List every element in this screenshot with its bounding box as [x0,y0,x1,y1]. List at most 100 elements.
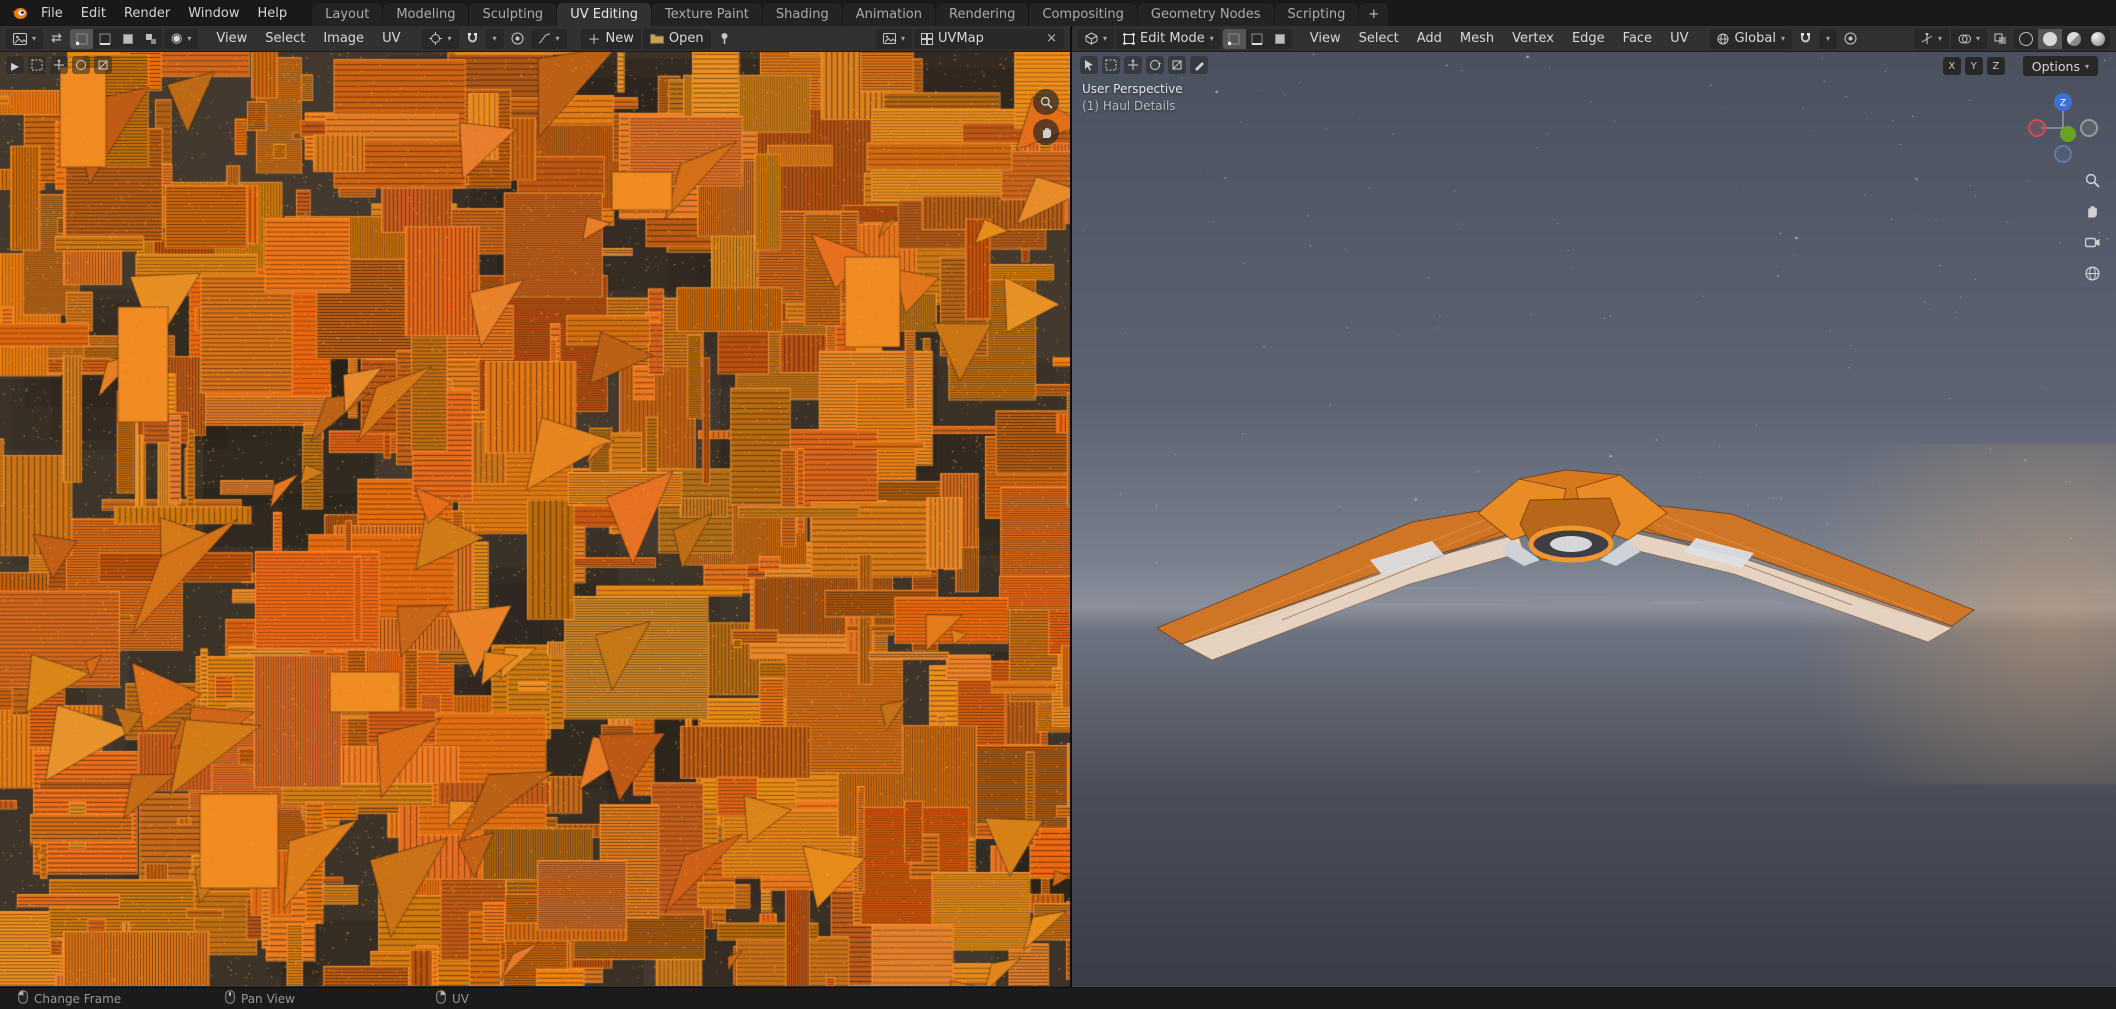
blender-logo-icon[interactable] [6,0,32,26]
uv-menu-view[interactable]: View [208,29,255,48]
vp-tool-rotate-icon[interactable] [1146,56,1164,74]
menu-render[interactable]: Render [115,0,179,26]
vp-tool-scale-icon[interactable] [1168,56,1186,74]
uv-editor-type-button[interactable]: ▾ [6,28,44,49]
tab-modeling[interactable]: Modeling [383,3,469,26]
vp-snap-toggle-button[interactable] [1794,29,1817,49]
gizmo-axis-y-handle[interactable] [2060,126,2076,142]
snap-toggle-button[interactable] [461,29,484,49]
mouse-right-icon [436,990,446,1007]
vp-menu-view[interactable]: View [1302,29,1349,48]
uv-tool-rotate-icon[interactable] [72,56,90,74]
vp-tool-move-icon[interactable] [1124,56,1142,74]
uv-canvas[interactable] [0,52,1070,986]
vp-tool-tweak-icon[interactable] [1080,56,1098,74]
uv-select-face-button[interactable] [116,29,139,49]
chevron-down-icon: ▾ [1937,34,1942,43]
uv-tool-move-icon[interactable] [50,56,68,74]
tab-scripting[interactable]: Scripting [1274,3,1359,26]
shading-wireframe-button[interactable] [2014,29,2038,49]
mirror-x-button[interactable]: X [1942,57,1961,75]
tab-animation[interactable]: Animation [842,3,935,26]
toolbar-expand-icon[interactable]: ▸ [6,56,24,75]
uv-menu-image[interactable]: Image [315,29,372,48]
menu-file[interactable]: File [32,0,72,26]
proportional-falloff-button[interactable]: ▾ [530,28,567,49]
tab-uv-editing[interactable]: UV Editing [557,3,652,26]
spaceship-model[interactable] [1072,52,2116,986]
tab-shading[interactable]: Shading [762,3,842,26]
vp-snap-mode-button[interactable]: ▾ [1818,28,1837,49]
mode-selector[interactable]: Edit Mode ▾ [1116,28,1221,49]
uv-sticky-mode-button[interactable]: ◉ ▾ [164,28,199,49]
plus-icon: ＋ [587,33,601,48]
uv-menu-select[interactable]: Select [257,29,313,48]
mirror-y-button[interactable]: Y [1964,57,1983,75]
vp-menu-select[interactable]: Select [1351,29,1407,48]
orientation-globe-icon [1717,33,1729,45]
mirror-z-button[interactable]: Z [1986,57,2005,75]
tab-texture-paint[interactable]: Texture Paint [652,3,762,26]
shading-solid-button[interactable] [2038,28,2062,49]
uv-tool-scale-icon[interactable] [94,56,112,74]
tab-compositing[interactable]: Compositing [1029,3,1137,26]
close-icon[interactable]: × [1046,31,1057,46]
gizmo-axis-neg-x-handle[interactable] [2080,119,2098,137]
tab-layout[interactable]: Layout [312,3,383,26]
uv-select-vertex-button[interactable] [70,28,94,49]
viewport-editor-type-button[interactable]: ▾ [1078,28,1115,49]
uv-zoom-icon[interactable] [1033,89,1059,115]
uv-sync-selection-toggle[interactable]: ⇄ [45,29,68,49]
uv-map-selector[interactable]: UVMap × [914,28,1064,49]
show-overlays-button[interactable]: ▾ [1950,28,1987,49]
uv-menu-uv[interactable]: UV [374,29,408,48]
snap-mode-button[interactable]: ▾ [485,28,504,49]
vp-tool-select-box-icon[interactable] [1102,56,1120,74]
menu-window[interactable]: Window [179,0,248,26]
uv-select-edge-button[interactable] [93,29,116,49]
shading-material-button[interactable] [2062,29,2086,49]
vp-menu-vertex[interactable]: Vertex [1504,29,1562,48]
browse-image-button[interactable]: ▾ [875,28,912,49]
vp-menu-add[interactable]: Add [1409,29,1450,48]
zoom-icon[interactable] [2081,169,2103,191]
add-workspace-button[interactable]: + [1359,3,1389,26]
tab-rendering[interactable]: Rendering [936,3,1029,26]
uv-pivot-button[interactable]: ▾ [422,28,459,49]
gizmo-axis-x-handle[interactable] [2028,119,2046,137]
uv-pan-hand-icon[interactable] [1033,119,1059,145]
menu-help[interactable]: Help [249,0,297,26]
vp-menu-edge[interactable]: Edge [1564,29,1613,48]
vp-proportional-edit-button[interactable] [1839,29,1862,49]
vp-tool-annotate-icon[interactable] [1190,56,1208,74]
tab-sculpting[interactable]: Sculpting [469,3,557,26]
image-icon [882,33,896,44]
pin-icon[interactable] [713,29,736,49]
uv-select-island-button[interactable] [139,29,162,49]
vp-menu-mesh[interactable]: Mesh [1452,29,1502,48]
gizmo-axis-neg-z-handle[interactable] [2054,145,2072,163]
select-mode-edge-button[interactable] [1246,29,1269,49]
perspective-toggle-icon[interactable] [2081,262,2103,284]
xray-toggle-button[interactable] [1989,29,2012,49]
navigation-gizmo[interactable]: Z [2025,90,2101,166]
new-image-button[interactable]: ＋ New [580,28,641,49]
transform-orientation-selector[interactable]: Global ▾ [1710,28,1792,49]
show-gizmo-button[interactable]: ▾ [1913,28,1949,49]
select-mode-face-button[interactable] [1269,29,1292,49]
pan-hand-icon[interactable] [2081,200,2103,222]
camera-view-icon[interactable] [2081,231,2103,253]
menu-edit[interactable]: Edit [72,0,115,26]
uv-select-mode-group [70,28,163,49]
options-label: Options [2031,58,2080,74]
vp-menu-face[interactable]: Face [1615,29,1660,48]
proportional-edit-button[interactable] [506,29,529,49]
open-image-button[interactable]: Open [642,28,711,49]
select-mode-vertex-button[interactable] [1222,28,1246,49]
tab-geometry-nodes[interactable]: Geometry Nodes [1137,3,1274,26]
options-button[interactable]: Options ▾ [2022,56,2098,76]
uv-tool-select-box-icon[interactable] [28,56,46,74]
shading-rendered-button[interactable] [2086,29,2110,49]
falloff-curve-icon [538,33,551,44]
vp-menu-uv[interactable]: UV [1662,29,1696,48]
